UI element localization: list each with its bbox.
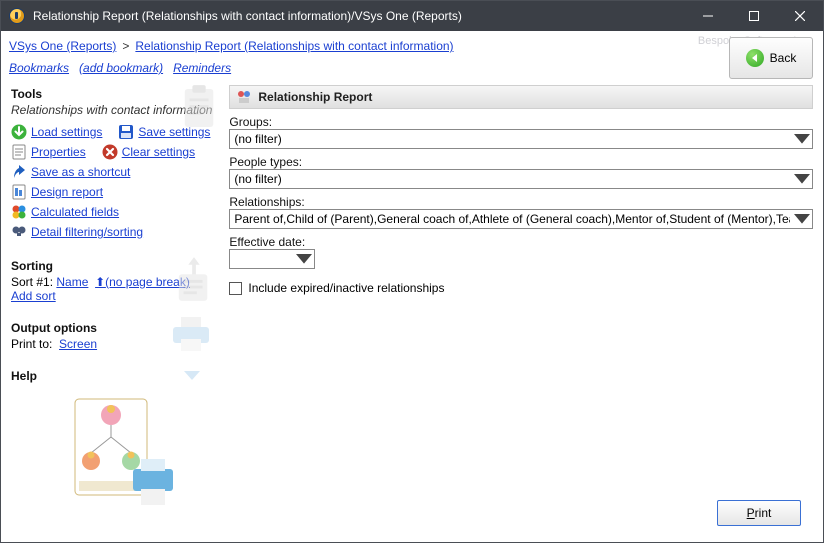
add-sort-link[interactable]: Add sort [11,289,56,303]
printer-deco-icon [169,315,213,355]
reminders-link[interactable]: Reminders [173,61,231,75]
groups-value: (no filter) [234,132,281,146]
window-title: Relationship Report (Relationships with … [33,9,685,23]
calculated-fields-icon [11,204,27,220]
design-report-icon [11,184,27,200]
sorting-deco-icon [175,255,213,303]
clear-settings-link[interactable]: Clear settings [122,145,195,159]
sort-field-link[interactable]: Name [56,275,88,289]
calculated-fields-link[interactable]: Calculated fields [31,205,119,219]
relationships-combo[interactable]: Parent of,Child of (Parent),General coac… [229,209,813,229]
relationships-label: Relationships: [229,195,813,209]
groups-combo[interactable]: (no filter) [229,129,813,149]
clipboard-icon [181,83,219,131]
include-expired-checkbox[interactable] [229,282,242,295]
dropdown-icon [296,252,312,266]
include-expired-label: Include expired/inactive relationships [248,281,444,295]
dropdown-icon [794,132,810,146]
print-mnemonic: P [747,506,755,520]
load-settings-link[interactable]: Load settings [31,125,102,139]
help-chevron-icon[interactable] [183,369,201,383]
top-links: Bookmarks (add bookmark) Reminders [1,57,823,81]
effective-date-label: Effective date: [229,235,813,249]
clear-settings-icon [102,144,118,160]
output-target-link[interactable]: Screen [59,337,97,351]
maximize-button[interactable] [731,1,777,31]
output-prefix: Print to: [11,337,52,351]
close-button[interactable] [777,1,823,31]
load-settings-icon [11,124,27,140]
relationship-report-icon [236,89,252,105]
people-types-label: People types: [229,155,813,169]
save-shortcut-link[interactable]: Save as a shortcut [31,165,130,179]
panel-header: Relationship Report [229,85,813,109]
title-bar: Relationship Report (Relationships with … [1,1,823,31]
help-image [71,395,181,515]
relationships-value: Parent of,Child of (Parent),General coac… [234,212,790,226]
dropdown-icon [794,172,810,186]
sidebar: Tools Relationships with contact informa… [1,81,225,542]
footer: Print [229,496,813,536]
app-icon [9,8,25,24]
back-button-label: Back [770,51,797,65]
minimize-button[interactable] [685,1,731,31]
properties-icon [11,144,27,160]
breadcrumb-separator: > [122,39,129,53]
bookmarks-link[interactable]: Bookmarks [9,61,69,75]
groups-label: Groups: [229,115,813,129]
sort-prefix: Sort #1: [11,275,53,289]
back-arrow-icon [746,49,764,67]
add-bookmark-link[interactable]: (add bookmark) [79,61,163,75]
detail-filtering-link[interactable]: Detail filtering/sorting [31,225,143,239]
sort-up-icon: ⬆ [95,275,105,289]
print-rest: rint [755,506,772,520]
effective-date-combo[interactable] [229,249,315,269]
properties-link[interactable]: Properties [31,145,86,159]
print-button[interactable]: Print [717,500,801,526]
save-settings-icon [118,124,134,140]
people-types-combo[interactable]: (no filter) [229,169,813,189]
dropdown-icon [794,212,810,226]
back-button[interactable]: Back [729,37,813,79]
design-report-link[interactable]: Design report [31,185,103,199]
breadcrumb-root[interactable]: VSys One (Reports) [9,39,116,53]
save-shortcut-icon [11,164,27,180]
breadcrumb-current[interactable]: Relationship Report (Relationships with … [135,39,453,53]
people-types-value: (no filter) [234,172,281,186]
main-panel: Relationship Report Groups: (no filter) … [225,81,823,542]
include-expired-row[interactable]: Include expired/inactive relationships [229,281,813,295]
breadcrumb: VSys One (Reports) > Relationship Report… [1,31,823,57]
detail-filtering-icon [11,224,27,240]
panel-title: Relationship Report [258,90,372,104]
